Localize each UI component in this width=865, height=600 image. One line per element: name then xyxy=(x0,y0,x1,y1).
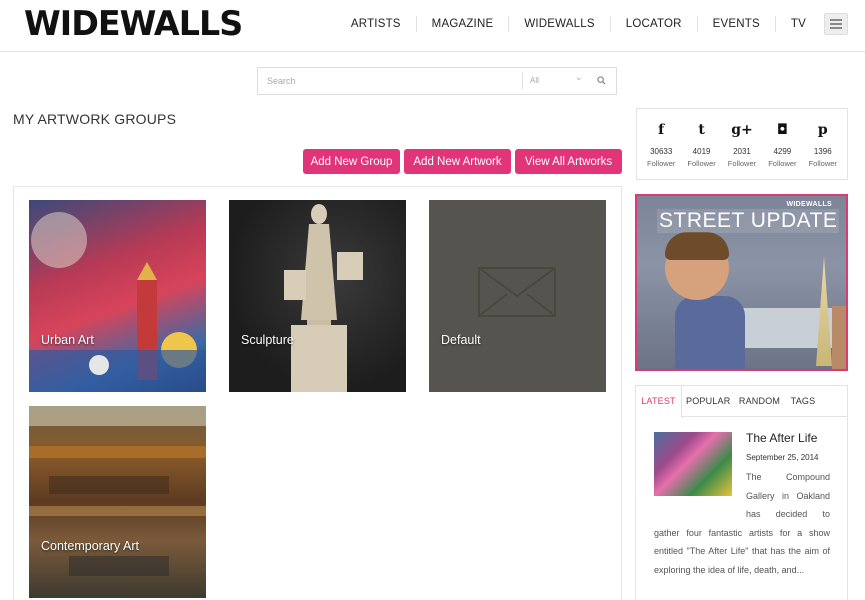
tab-tags[interactable]: TAGS xyxy=(788,386,818,417)
group-tile-urban-art[interactable]: Urban Art xyxy=(29,200,206,392)
nav-magazine[interactable]: MAGAZINE xyxy=(417,16,510,32)
view-all-artworks-button[interactable]: View All Artworks xyxy=(515,149,622,174)
site-logo[interactable]: WIDEWALLS xyxy=(24,4,243,44)
banner-artwork xyxy=(675,296,745,369)
street-update-banner[interactable]: WIDEWALLS STREET UPDATE xyxy=(635,194,848,371)
post-date: September 25, 2014 xyxy=(746,453,819,462)
banner-artwork xyxy=(665,232,729,260)
add-new-artwork-button[interactable]: Add New Artwork xyxy=(404,149,511,174)
posts-tabs: LATEST POPULAR RANDOM TAGS xyxy=(636,386,847,418)
follower-label: Follower xyxy=(808,159,837,168)
group-label: Contemporary Art xyxy=(41,539,139,553)
tab-latest[interactable]: LATEST xyxy=(636,386,682,418)
group-tile-default[interactable]: Default xyxy=(429,200,606,392)
search-divider xyxy=(522,73,523,89)
site-header: WIDEWALLS ARTISTS MAGAZINE WIDEWALLS LOC… xyxy=(0,0,865,52)
follower-label: Follower xyxy=(687,159,716,168)
search-category-select[interactable]: All xyxy=(530,76,539,85)
follower-count: 30633 xyxy=(650,147,673,156)
urban-art-thumbnail xyxy=(29,212,206,392)
post-excerpt: The Compound Gallery in Oakland has deci… xyxy=(654,468,830,579)
contemporary-art-thumbnail xyxy=(29,406,206,576)
posts-widget: LATEST POPULAR RANDOM TAGS The After Lif… xyxy=(635,385,848,600)
facebook-icon: f xyxy=(658,122,665,138)
group-label: Sculpture xyxy=(241,333,294,347)
hamburger-menu-icon[interactable] xyxy=(824,13,848,35)
social-instagram[interactable]: ◘ 4299 Follower xyxy=(762,109,802,179)
social-pinterest[interactable]: p 1396 Follower xyxy=(803,109,843,179)
image-placeholder-icon xyxy=(478,267,556,317)
pinterest-icon: p xyxy=(817,122,828,138)
add-new-group-button[interactable]: Add New Group xyxy=(303,149,400,174)
group-tile-sculpture[interactable]: Sculpture xyxy=(229,200,406,392)
follower-label: Follower xyxy=(647,159,676,168)
social-twitter[interactable]: t 4019 Follower xyxy=(682,109,722,179)
follower-count: 4019 xyxy=(692,147,711,156)
nav-tv[interactable]: TV xyxy=(776,16,821,32)
instagram-icon: ◘ xyxy=(776,122,788,138)
group-label: Urban Art xyxy=(41,333,94,347)
social-facebook[interactable]: f 30633 Follower xyxy=(641,109,681,179)
banner-brand: WIDEWALLS xyxy=(786,201,832,208)
post-title[interactable]: The After Life xyxy=(746,431,817,445)
search-bar: All ⌄ xyxy=(257,67,617,95)
nav-events[interactable]: EVENTS xyxy=(698,16,776,32)
nav-locator[interactable]: LOCATOR xyxy=(611,16,698,32)
search-input[interactable] xyxy=(258,68,522,94)
twitter-icon: t xyxy=(698,122,705,138)
group-label: Default xyxy=(441,333,481,347)
nav-widewalls[interactable]: WIDEWALLS xyxy=(509,16,611,32)
banner-title: STREET UPDATE xyxy=(657,209,840,233)
nav-artists[interactable]: ARTISTS xyxy=(336,16,417,32)
chevron-down-icon[interactable]: ⌄ xyxy=(575,72,583,83)
group-tile-contemporary-art[interactable]: Contemporary Art xyxy=(29,406,206,598)
banner-artwork xyxy=(832,306,846,369)
google-plus-icon: g+ xyxy=(731,122,753,138)
follower-label: Follower xyxy=(727,159,757,168)
search-icon[interactable] xyxy=(597,76,606,85)
tab-random[interactable]: RANDOM xyxy=(737,386,782,417)
page-title: MY ARTWORK GROUPS xyxy=(13,111,177,127)
social-google-plus[interactable]: g+ 2031 Follower xyxy=(722,109,762,179)
social-followers-box: f 30633 Follower t 4019 Follower g+ 2031… xyxy=(636,108,848,180)
follower-count: 2031 xyxy=(733,147,751,156)
sculpture-thumbnail xyxy=(284,204,363,392)
follower-count: 1396 xyxy=(813,147,832,156)
main-nav: ARTISTS MAGAZINE WIDEWALLS LOCATOR EVENT… xyxy=(336,0,821,48)
follower-label: Follower xyxy=(768,159,797,168)
follower-count: 4299 xyxy=(773,147,792,156)
tab-popular[interactable]: POPULAR xyxy=(686,386,730,417)
